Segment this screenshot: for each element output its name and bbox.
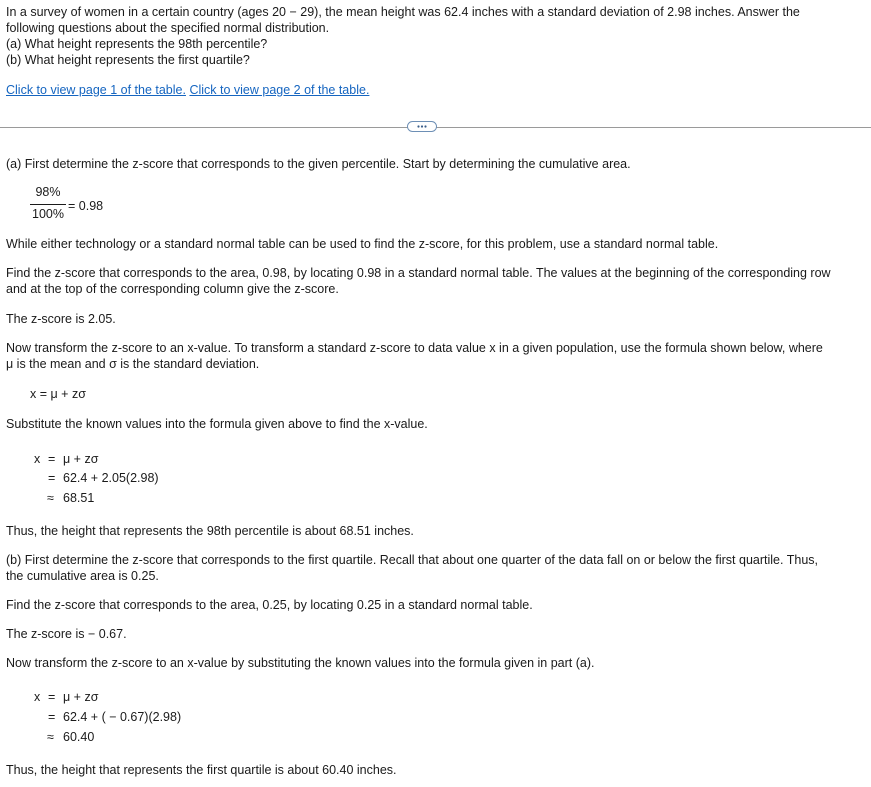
find-z-a-line-2: and at the top of the corresponding colu… bbox=[6, 282, 339, 296]
fraction-numerator: 98% bbox=[35, 185, 61, 199]
calc-a-eq-1: = bbox=[48, 452, 56, 466]
calc-b-eq-1: = bbox=[48, 690, 56, 704]
transform-explanation: Now transform the z-score to an x-value.… bbox=[6, 340, 866, 372]
calc-b-step-3: 60.40 bbox=[63, 730, 95, 744]
calc-a-step-2: 62.4 + 2.05(2.98) bbox=[63, 471, 159, 485]
calc-b-eq-3: ≈ bbox=[47, 730, 54, 744]
substitute-instruction: Substitute the known values into the for… bbox=[6, 417, 428, 431]
calc-b-lhs: x bbox=[34, 690, 41, 704]
part-b-intro-line-2: the cumulative area is 0.25. bbox=[6, 569, 159, 583]
fraction-bar bbox=[30, 204, 66, 205]
find-z-b: Find the z-score that corresponds to the… bbox=[6, 598, 533, 612]
table-page-1-link[interactable]: Click to view page 1 of the table. bbox=[6, 83, 186, 97]
calc-a-eq-2: = bbox=[48, 471, 56, 485]
question-part-b: (b) What height represents the first qua… bbox=[6, 53, 250, 67]
question-part-a: (a) What height represents the 98th perc… bbox=[6, 37, 268, 51]
z-score-b: The z-score is − 0.67. bbox=[6, 627, 127, 641]
calc-b-eq-2: = bbox=[48, 710, 56, 724]
z-score-a: The z-score is 2.05. bbox=[6, 312, 116, 326]
ellipsis-icon bbox=[417, 125, 427, 128]
part-a-intro: (a) First determine the z-score that cor… bbox=[6, 157, 631, 171]
calc-a-step-1: μ + zσ bbox=[63, 452, 99, 466]
z-formula: x = μ + zσ bbox=[30, 387, 86, 401]
conclusion-a: Thus, the height that represents the 98t… bbox=[6, 524, 414, 538]
calc-b-step-2: 62.4 + ( − 0.67)(2.98) bbox=[63, 710, 182, 724]
technology-note: While either technology or a standard no… bbox=[6, 237, 719, 251]
transform-line-1: Now transform the z-score to an x-value.… bbox=[6, 341, 823, 355]
fraction-result: = 0.98 bbox=[68, 199, 104, 213]
show-more-button[interactable] bbox=[407, 121, 437, 132]
transform-line-2: μ is the mean and σ is the standard devi… bbox=[6, 357, 260, 371]
part-b-intro: (b) First determine the z-score that cor… bbox=[6, 552, 866, 584]
question-line-2: following questions about the specified … bbox=[6, 21, 330, 35]
table-links: Click to view page 1 of the table. Click… bbox=[6, 82, 369, 98]
table-page-2-link[interactable]: Click to view page 2 of the table. bbox=[189, 83, 369, 97]
calc-a-eq-3: ≈ bbox=[47, 491, 54, 505]
question-text: In a survey of women in a certain countr… bbox=[6, 4, 866, 68]
calc-b-step-1: μ + zσ bbox=[63, 690, 99, 704]
find-z-a: Find the z-score that corresponds to the… bbox=[6, 265, 866, 297]
conclusion-b: Thus, the height that represents the fir… bbox=[6, 763, 397, 777]
question-line-1: In a survey of women in a certain countr… bbox=[6, 5, 800, 19]
calc-a-lhs: x bbox=[34, 452, 41, 466]
fraction-denominator: 100% bbox=[32, 207, 64, 221]
part-b-intro-line-1: (b) First determine the z-score that cor… bbox=[6, 553, 818, 567]
transform-b: Now transform the z-score to an x-value … bbox=[6, 656, 595, 670]
calc-a-step-3: 68.51 bbox=[63, 491, 95, 505]
find-z-a-line-1: Find the z-score that corresponds to the… bbox=[6, 266, 831, 280]
